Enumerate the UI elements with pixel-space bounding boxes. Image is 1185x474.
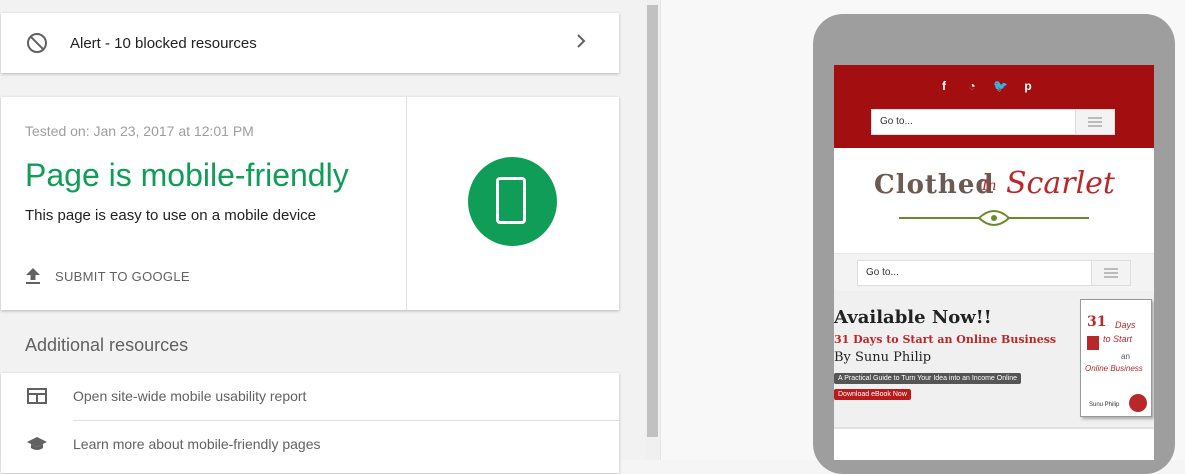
list-item-learn-more[interactable]: Learn more about mobile-friendly pages <box>1 421 619 468</box>
school-icon <box>27 437 47 450</box>
list-item-label: Learn more about mobile-friendly pages <box>73 436 321 452</box>
menu-icon <box>1091 261 1130 285</box>
facebook-icon[interactable]: f <box>937 79 951 93</box>
book-to-start: to Start <box>1103 334 1133 344</box>
report-icon <box>27 388 47 404</box>
site-header-bar: f ◔ 🐦 p Go to... <box>834 65 1154 148</box>
menu-icon <box>1075 110 1114 134</box>
rss-icon[interactable]: ◔ <box>965 79 979 93</box>
ebook-banner[interactable]: Available Now!! 31 Days to Start an Onli… <box>834 291 1154 429</box>
logo-word-clothed: Clothed <box>874 170 995 200</box>
blocked-resources-alert[interactable]: Alert - 10 blocked resources <box>1 13 619 73</box>
mobile-friendly-icon <box>468 157 557 246</box>
smartphone-icon <box>496 177 526 224</box>
banner-heading: Available Now!! <box>834 307 992 328</box>
list-item-label: Open site-wide mobile usability report <box>73 388 307 404</box>
chevron-right-icon[interactable] <box>573 33 589 49</box>
banner-tagline: A Practical Guide to Turn Your Idea into… <box>834 373 1021 384</box>
book-online-business: Online Business <box>1085 364 1143 373</box>
goto-select-nav[interactable]: Go to... <box>857 260 1131 286</box>
logo-word-scarlet: Scarlet <box>1006 166 1115 201</box>
goto-select-top[interactable]: Go to... <box>871 109 1115 135</box>
verdict-heading: Page is mobile-friendly <box>25 157 349 193</box>
card-divider <box>406 97 407 310</box>
upload-icon <box>26 268 40 284</box>
list-item-usability-report[interactable]: Open site-wide mobile usability report <box>1 373 619 420</box>
goto-label: Go to... <box>866 267 899 278</box>
scrollbar[interactable] <box>645 0 660 460</box>
submit-to-google-button[interactable]: SUBMIT TO GOOGLE <box>25 265 190 287</box>
book-number: 31 <box>1087 314 1107 330</box>
page-preview-screen: f ◔ 🐦 p Go to... Clothed In Scarlet Go t… <box>834 65 1154 460</box>
additional-resources-list: Open site-wide mobile usability report L… <box>1 373 619 473</box>
goto-label: Go to... <box>880 116 913 127</box>
calendar-icon <box>1087 336 1099 350</box>
book-author: Sunu Philip <box>1089 402 1120 408</box>
blocked-icon <box>27 33 47 53</box>
book-days: Days <box>1115 320 1136 330</box>
banner-title: 31 Days to Start an Online Business <box>834 333 1057 346</box>
tested-on-text: Tested on: Jan 23, 2017 at 12:01 PM <box>25 123 254 139</box>
ornament-icon <box>899 210 1089 226</box>
scrollbar-thumb[interactable] <box>647 5 658 437</box>
result-card: Tested on: Jan 23, 2017 at 12:01 PM Page… <box>1 97 619 310</box>
results-panel: Alert - 10 blocked resources Tested on: … <box>0 0 645 473</box>
banner-author: By Sunu Philip <box>834 350 932 365</box>
twitter-icon[interactable]: 🐦 <box>993 79 1008 93</box>
ebook-cover: 31 Days to Start an Online Business Sunu… <box>1080 299 1152 417</box>
verdict-subtext: This page is easy to use on a mobile dev… <box>25 207 316 224</box>
submit-label: SUBMIT TO GOOGLE <box>55 268 190 284</box>
book-an: an <box>1121 352 1130 361</box>
additional-resources-title: Additional resources <box>25 335 189 355</box>
logo-word-in: In <box>982 178 997 194</box>
site-logo: Clothed In Scarlet <box>834 148 1154 253</box>
download-ebook-button[interactable]: Download eBook Now <box>834 389 911 400</box>
social-icons: f ◔ 🐦 p <box>937 79 1035 93</box>
pinterest-icon[interactable]: p <box>1021 79 1035 93</box>
site-nav-bar: Go to... <box>834 253 1154 292</box>
seal-icon <box>1129 394 1147 412</box>
alert-text: Alert - 10 blocked resources <box>70 35 257 52</box>
